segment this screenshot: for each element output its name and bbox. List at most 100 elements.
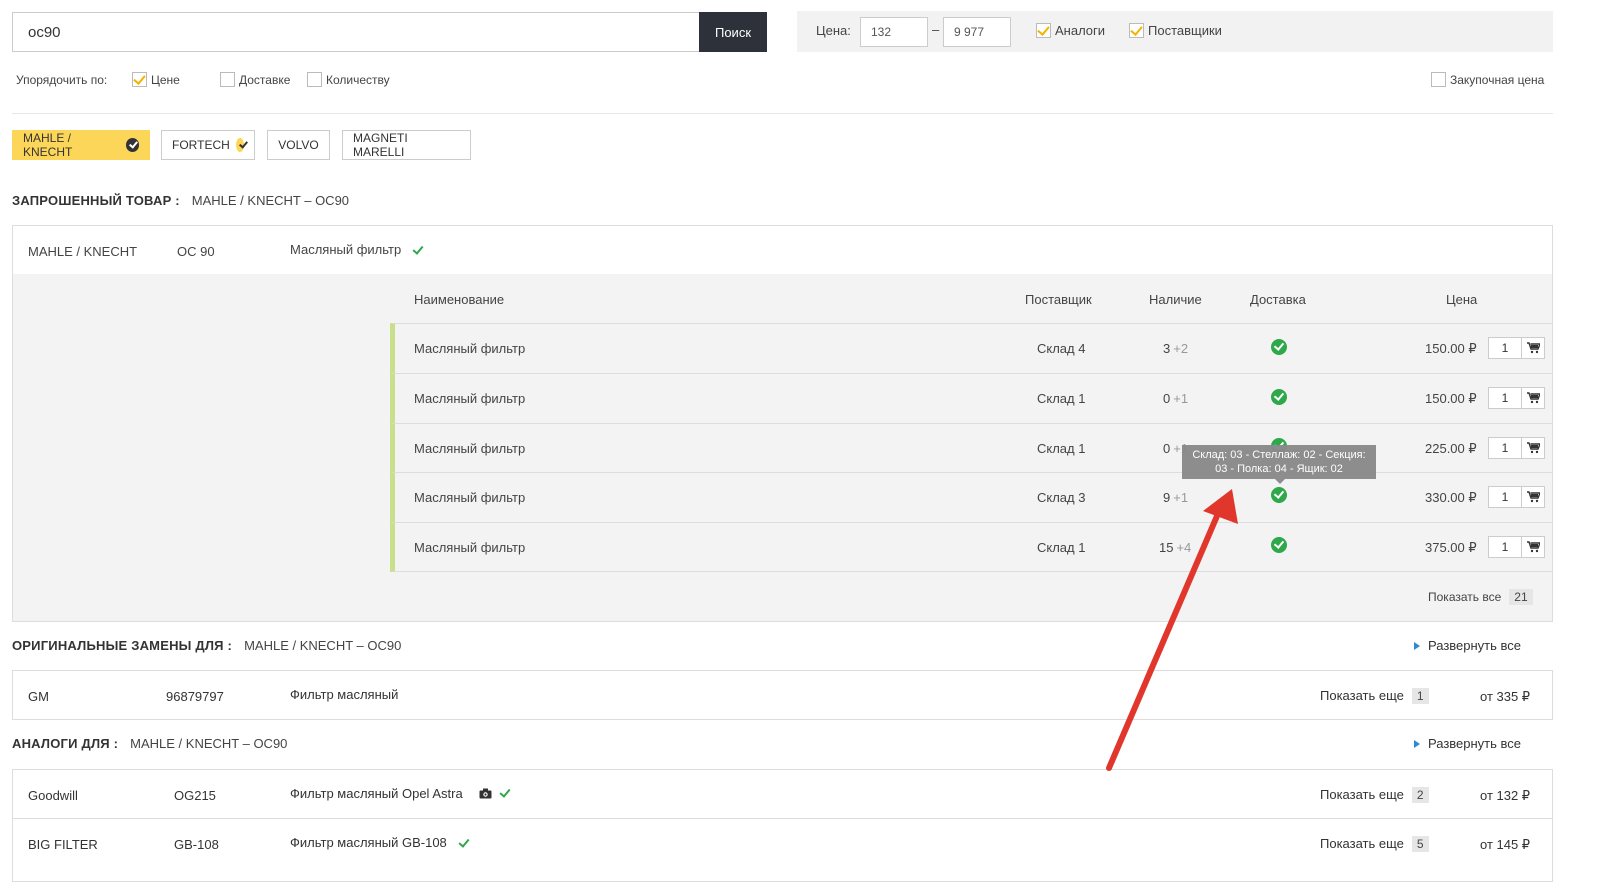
- offer-supplier: Склад 3: [1037, 490, 1086, 505]
- cart-icon: [1527, 491, 1540, 503]
- offer-price: 150.00 ₽: [1425, 391, 1477, 406]
- price-from-input[interactable]: 132: [860, 17, 928, 47]
- show-more-count: 1: [1411, 688, 1429, 704]
- item-brand: GM: [28, 689, 49, 704]
- avail-extra: +1: [1173, 391, 1189, 406]
- cart-icon: [1527, 541, 1540, 553]
- quantity-input[interactable]: 1: [1488, 536, 1522, 558]
- show-more-link[interactable]: Показать еще 5: [1320, 836, 1429, 852]
- offer-row[interactable]: [390, 373, 1552, 423]
- quantity-input[interactable]: 1: [1488, 337, 1522, 359]
- sort-delivery-label: Доставке: [239, 72, 291, 87]
- delivery-ok-icon: [1271, 537, 1287, 553]
- sort-price-checkbox[interactable]: Цене: [132, 72, 180, 87]
- sort-quantity-checkbox[interactable]: Количеству: [307, 72, 390, 87]
- product-code: OC 90: [177, 244, 215, 259]
- section-heading: ЗАПРОШЕННЫЙ ТОВАР :: [12, 193, 180, 208]
- expand-label: Развернуть все: [1428, 736, 1522, 751]
- check-circle-icon: [235, 138, 244, 152]
- item-code: GB-108: [174, 837, 219, 852]
- brand-tag-mahle[interactable]: MAHLE / KNECHT: [12, 130, 150, 160]
- product-name-wrap: Масляный фильтр: [290, 242, 424, 257]
- header-price: Цена: [1446, 292, 1478, 307]
- location-tooltip: Склад: 03 - Стеллаж: 02 - Секция: 03 - П…: [1182, 445, 1376, 484]
- checkbox-icon: [132, 72, 147, 87]
- analogs-checkbox[interactable]: Аналоги: [1036, 23, 1105, 38]
- show-all-link[interactable]: Показать все 21: [1428, 589, 1533, 605]
- add-to-cart-button[interactable]: [1521, 337, 1545, 359]
- filter-bar: Цена: 132 – 9 977 Аналоги Поставщики: [797, 11, 1553, 52]
- offer-row[interactable]: [390, 423, 1552, 473]
- add-to-cart-button[interactable]: [1521, 437, 1545, 459]
- analogs-label: Аналоги: [1055, 23, 1106, 38]
- show-more-label: Показать еще: [1320, 787, 1404, 802]
- add-to-cart-button[interactable]: [1521, 387, 1545, 409]
- price-label: Цена:: [816, 23, 851, 38]
- sort-price-label: Цене: [151, 72, 180, 87]
- camera-icon[interactable]: [479, 788, 492, 799]
- list-item[interactable]: BIG FILTER GB-108 Фильтр масляный GB-108…: [12, 818, 1553, 882]
- show-more-link[interactable]: Показать еще 1: [1320, 688, 1429, 704]
- brand-tag-fortech[interactable]: FORTECH: [161, 130, 255, 160]
- section-heading: АНАЛОГИ ДЛЯ :: [12, 736, 119, 751]
- search-input[interactable]: [12, 12, 700, 52]
- offer-supplier: Склад 1: [1037, 391, 1086, 406]
- section-subheading: MAHLE / KNECHT – OC90: [130, 736, 288, 751]
- offer-row[interactable]: [390, 472, 1552, 522]
- quantity-input[interactable]: 1: [1488, 387, 1522, 409]
- offer-name: Масляный фильтр: [414, 341, 526, 356]
- quantity-input[interactable]: 1: [1488, 486, 1522, 508]
- item-name: Фильтр масляный Opel Astra: [290, 786, 463, 801]
- show-more-count: 5: [1411, 836, 1429, 852]
- avail-extra: +2: [1173, 341, 1189, 356]
- expand-all-originals[interactable]: Развернуть все: [1414, 638, 1521, 653]
- section-subheading: MAHLE / KNECHT – OC90: [244, 638, 402, 653]
- offer-availability: 0 +1: [1163, 391, 1188, 406]
- offer-row[interactable]: [390, 323, 1552, 373]
- offer-price: 225.00 ₽: [1425, 441, 1477, 456]
- list-item[interactable]: Goodwill OG215 Фильтр масляный Opel Astr…: [12, 769, 1553, 819]
- suppliers-checkbox[interactable]: Поставщики: [1129, 23, 1222, 38]
- offer-name: Масляный фильтр: [414, 441, 526, 456]
- add-to-cart-button[interactable]: [1521, 536, 1545, 558]
- analogs-section-title: АНАЛОГИ ДЛЯ : MAHLE / KNECHT – OC90: [12, 736, 287, 751]
- divider: [12, 113, 1553, 114]
- offer-price: 330.00 ₽: [1425, 490, 1477, 505]
- add-to-cart-button[interactable]: [1521, 486, 1545, 508]
- cart-icon: [1527, 342, 1540, 354]
- section-heading: ОРИГИНАЛЬНЫЕ ЗАМЕНЫ ДЛЯ :: [12, 638, 233, 653]
- item-price: от 132 ₽: [1480, 788, 1531, 803]
- check-icon: [412, 242, 424, 255]
- show-more-link[interactable]: Показать еще 2: [1320, 787, 1429, 803]
- requested-section-title: ЗАПРОШЕННЫЙ ТОВАР : MAHLE / KNECHT – OC90: [12, 193, 349, 208]
- avail-extra: +4: [1176, 540, 1192, 555]
- search-button[interactable]: Поиск: [699, 12, 767, 52]
- caret-right-icon: [1414, 641, 1420, 650]
- brand-tag-volvo[interactable]: VOLVO: [267, 130, 330, 160]
- brand-tag-label: MAHLE / KNECHT: [23, 131, 73, 159]
- offer-row[interactable]: [390, 522, 1552, 572]
- list-item[interactable]: GM 96879797 Фильтр масляный Показать еще…: [12, 670, 1553, 720]
- brand-tag-label: VOLVO: [278, 138, 319, 152]
- offer-name: Масляный фильтр: [414, 490, 526, 505]
- purchase-price-checkbox[interactable]: Закупочная цена: [1431, 72, 1544, 87]
- sort-delivery-checkbox[interactable]: Доставке: [220, 72, 290, 87]
- item-code: OG215: [174, 788, 216, 803]
- header-availability: Наличие: [1149, 292, 1202, 307]
- check-circle-icon: [125, 138, 139, 152]
- price-to-input[interactable]: 9 977: [943, 17, 1011, 47]
- quantity-input[interactable]: 1: [1488, 437, 1522, 459]
- item-brand: BIG FILTER: [28, 837, 98, 852]
- price-dash: –: [932, 22, 940, 37]
- offer-availability: 15 +4: [1159, 540, 1191, 555]
- avail-extra: +1: [1173, 490, 1189, 505]
- avail-value: 3: [1163, 341, 1171, 356]
- offer-availability: 9 +1: [1163, 490, 1188, 505]
- item-name-wrap: Фильтр масляный Opel Astra: [290, 785, 511, 801]
- tooltip-line: Склад: 03 - Стеллаж: 02 - Секция:: [1192, 449, 1366, 461]
- expand-all-analogs[interactable]: Развернуть все: [1414, 736, 1521, 751]
- brand-tag-label: MAGNETI MARELLI: [353, 131, 408, 159]
- show-all-count: 21: [1509, 589, 1533, 605]
- brand-tag-magneti-marelli[interactable]: MAGNETI MARELLI: [342, 130, 471, 160]
- tooltip-line: 03 - Полка: 04 - Ящик: 02: [1215, 463, 1343, 475]
